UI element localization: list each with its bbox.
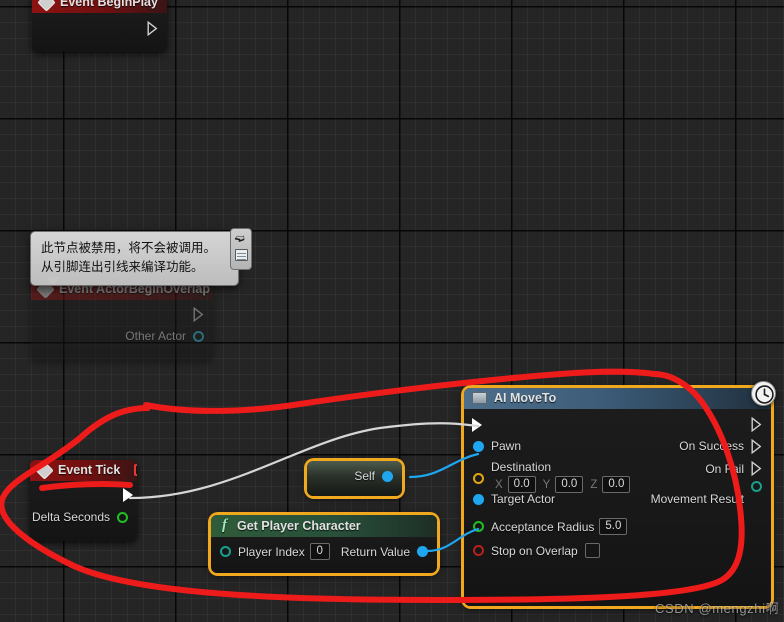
exec-output-pin-on-success[interactable] xyxy=(751,438,762,454)
pin-label-player-index: Player Index xyxy=(238,544,305,559)
pin-label-target-actor: Target Actor xyxy=(491,492,556,506)
node-body: Pawn On Success Destination X 0.0 Y 0.0 … xyxy=(464,409,771,558)
pin-row-self[interactable]: Self xyxy=(307,461,402,483)
node-event-actor-begin-overlap[interactable]: Event ActorBeginOverlap Other Actor xyxy=(31,279,213,361)
pin-row-acceptance-radius[interactable]: Acceptance Radius 5.0 xyxy=(464,510,771,535)
node-body: Other Actor xyxy=(31,300,213,344)
pin-row-pawn[interactable]: Pawn On Success xyxy=(464,432,771,454)
stop-on-overlap-checkbox[interactable] xyxy=(584,543,600,558)
pin-label-on-fail: On Fail xyxy=(705,461,744,476)
pin-row-other-actor[interactable]: Other Actor xyxy=(31,322,213,344)
function-f-icon: f xyxy=(222,517,227,533)
node-title: Get Player Character xyxy=(237,518,361,533)
node-title: AI MoveTo xyxy=(494,391,557,405)
bool-input-pin[interactable] xyxy=(473,545,484,556)
int-input-pin[interactable] xyxy=(220,546,231,557)
exec-output-pin[interactable] xyxy=(751,417,762,432)
tooltip-side-panel[interactable]: ➫ xyxy=(230,228,252,270)
pin-row-delta-seconds[interactable]: Delta Seconds xyxy=(30,503,137,525)
node-header: Event Tick xyxy=(30,460,137,481)
watermark-text: CSDN @mengzhi啊 xyxy=(655,601,780,616)
pin-row-stop-on-overlap[interactable]: Stop on Overlap xyxy=(464,535,771,558)
tooltip-line-1: 此节点被禁用，将不会被调用。 xyxy=(41,241,217,255)
exec-output-pin[interactable] xyxy=(123,488,133,502)
tooltip-line-2: 从引脚连出引线来编译功能。 xyxy=(41,259,204,274)
object-input-pin[interactable] xyxy=(473,440,484,452)
pin-label-movement-result: Movement Result xyxy=(650,492,744,506)
player-index-field[interactable]: 0 xyxy=(309,543,330,560)
enum-output-pin[interactable] xyxy=(751,480,762,492)
exec-input-pin[interactable] xyxy=(472,417,482,432)
tooltip-tail xyxy=(46,277,60,285)
document-icon[interactable] xyxy=(235,249,248,261)
vector-input-pin[interactable] xyxy=(473,473,484,484)
node-body: Player Index 0 Return Value xyxy=(211,537,437,560)
blueprint-graph-canvas[interactable]: Event BeginPlay Event ActorBeginOverlap xyxy=(0,0,784,622)
pin-label-stop-on-overlap: Stop on Overlap xyxy=(491,543,578,558)
pin-icon[interactable]: ➫ xyxy=(234,230,247,246)
event-diamond-icon xyxy=(37,0,56,12)
disabled-node-tooltip: 此节点被禁用，将不会被调用。 从引脚连出引线来编译功能。 xyxy=(30,231,239,286)
node-title: Event BeginPlay xyxy=(60,0,158,9)
float-input-pin[interactable] xyxy=(473,521,484,532)
pin-label-delta-seconds: Delta Seconds xyxy=(31,510,110,524)
exec-output-pin[interactable] xyxy=(193,306,204,322)
stop-square-icon[interactable] xyxy=(134,464,137,476)
node-event-tick[interactable]: Event Tick Delta Seconds xyxy=(30,460,137,541)
node-self[interactable]: Self xyxy=(307,461,402,496)
node-header: Event BeginPlay xyxy=(32,0,167,13)
float-output-pin[interactable] xyxy=(117,511,128,523)
pin-label-pawn: Pawn xyxy=(491,439,522,453)
object-output-pin[interactable] xyxy=(417,546,428,557)
exec-output-pin[interactable] xyxy=(147,21,158,36)
event-diamond-icon xyxy=(35,460,54,480)
node-header: AI MoveTo xyxy=(464,388,771,409)
pin-label-return-value: Return Value xyxy=(340,544,410,559)
pin-label-other-actor: Other Actor xyxy=(125,329,186,343)
pin-row-exec-out[interactable] xyxy=(31,300,213,322)
pin-row-exec-out[interactable] xyxy=(30,481,137,503)
pin-label-self: Self xyxy=(354,469,375,483)
node-body xyxy=(32,13,167,36)
pin-row-exec[interactable] xyxy=(464,409,771,432)
pin-label-destination: Destination xyxy=(491,460,552,474)
exec-output-pin-on-fail[interactable] xyxy=(751,461,762,476)
node-ai-move-to[interactable]: AI MoveTo Pawn On Success Destination X … xyxy=(464,388,771,606)
pin-label-acceptance-radius: Acceptance Radius xyxy=(491,519,595,534)
object-input-pin[interactable] xyxy=(473,493,484,505)
acceptance-radius-field[interactable]: 5.0 xyxy=(599,518,628,535)
object-output-pin[interactable] xyxy=(193,330,204,342)
node-body: Delta Seconds xyxy=(30,481,137,525)
object-output-pin[interactable] xyxy=(382,470,393,482)
pin-row-player-index[interactable]: Player Index 0 Return Value xyxy=(211,537,437,560)
pin-row-exec-out[interactable] xyxy=(32,13,167,36)
node-title: Event Tick xyxy=(58,463,121,477)
node-header: f Get Player Character xyxy=(211,515,437,537)
node-get-player-character[interactable]: f Get Player Character Player Index 0 Re… xyxy=(211,515,437,573)
node-box-icon xyxy=(472,392,487,404)
clock-icon xyxy=(751,381,776,406)
node-event-begin-play[interactable]: Event BeginPlay xyxy=(32,0,167,52)
pin-label-on-success: On Success xyxy=(679,439,744,453)
pin-row-target-actor[interactable]: Target Actor Movement Result xyxy=(464,480,771,510)
